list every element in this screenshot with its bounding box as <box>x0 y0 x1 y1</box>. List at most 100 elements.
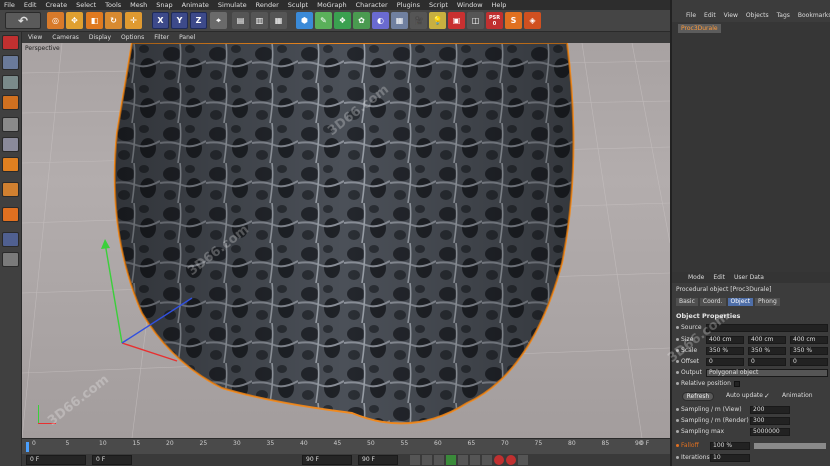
camera-icon[interactable]: 🎥 <box>410 12 427 29</box>
falloff-slider[interactable] <box>754 443 826 449</box>
render-settings-icon[interactable]: ▦ <box>270 12 287 29</box>
menu-item-animate[interactable]: Animate <box>182 1 209 9</box>
attribute-menu-item-user-data[interactable]: User Data <box>734 274 764 281</box>
menu-item-window[interactable]: Window <box>457 1 483 9</box>
menu-item-character[interactable]: Character <box>356 1 388 9</box>
offset-x-field[interactable]: 0 <box>706 358 744 366</box>
attribute-menu-item-mode[interactable]: Mode <box>688 274 704 281</box>
object-menu-item-objects[interactable]: Objects <box>746 12 769 19</box>
menu-item-edit[interactable]: Edit <box>24 1 37 9</box>
viewport-menu-item-display[interactable]: Display <box>89 34 111 41</box>
points-mode-icon[interactable] <box>2 117 19 132</box>
playhead[interactable] <box>26 442 29 452</box>
light-icon[interactable]: 💡 <box>429 12 446 29</box>
menu-item-mograph[interactable]: MoGraph <box>317 1 347 9</box>
tab-basic[interactable]: Basic <box>676 298 698 306</box>
scene-icon[interactable]: ▦ <box>391 12 408 29</box>
refresh-button[interactable]: Refresh <box>682 392 714 401</box>
scale-icon[interactable]: ◧ <box>86 12 103 29</box>
display-icon[interactable]: ▣ <box>448 12 465 29</box>
psr-button[interactable]: PSR 0 <box>486 12 503 29</box>
timeline-ruler[interactable]: 0 F 0 5 10 15 20 25 30 35 40 45 50 55 60 65 70 75 80 85 90 <box>22 438 670 454</box>
viewport-menu-item-view[interactable]: View <box>28 34 42 41</box>
viewport-canvas[interactable] <box>22 43 670 438</box>
snap-icon[interactable]: S <box>505 12 522 29</box>
size-x-field[interactable]: 400 cm <box>706 336 744 344</box>
attribute-menu-item-edit[interactable]: Edit <box>713 274 725 281</box>
offset-z-field[interactable]: 0 <box>790 358 828 366</box>
menu-item-help[interactable]: Help <box>492 1 507 9</box>
snapping-icon[interactable] <box>2 232 19 247</box>
spline-pen-icon[interactable]: ✎ <box>315 12 332 29</box>
layout-icon[interactable]: ◈ <box>524 12 541 29</box>
recent-tool-icon[interactable]: ✛ <box>125 12 142 29</box>
sampling-view-field[interactable]: 200 <box>750 406 790 414</box>
tab-coord-[interactable]: Coord. <box>699 298 726 306</box>
axis-y-button[interactable]: Y <box>171 12 188 29</box>
tab-object[interactable]: Object <box>727 298 754 306</box>
viewport-menu-item-filter[interactable]: Filter <box>154 34 169 41</box>
menu-item-render[interactable]: Render <box>256 1 279 9</box>
live-selection-icon[interactable]: ◎ <box>47 12 64 29</box>
scale-y-field[interactable]: 350 % <box>748 347 786 355</box>
viewport-menu-item-cameras[interactable]: Cameras <box>52 34 79 41</box>
workplane-icon[interactable] <box>2 95 19 110</box>
end-frame-field[interactable]: 90 F <box>302 455 352 465</box>
menu-item-plugins[interactable]: Plugins <box>397 1 420 9</box>
tweak-mode-icon[interactable] <box>2 207 19 222</box>
texture-mode-icon[interactable] <box>2 75 19 90</box>
perspective-viewport[interactable]: Perspective 3D66.com 3D66.com 3D66.com <box>22 43 670 438</box>
check-icon[interactable]: ✓ <box>764 392 770 400</box>
render-picture-viewer-icon[interactable]: ▥ <box>251 12 268 29</box>
menu-item-tools[interactable]: Tools <box>105 1 121 9</box>
go-start-icon[interactable] <box>410 455 420 465</box>
menu-item-script[interactable]: Script <box>429 1 448 9</box>
size-y-field[interactable]: 400 cm <box>748 336 786 344</box>
relative-position-checkbox[interactable] <box>734 381 740 387</box>
object-menu-item-bookmarks[interactable]: Bookmarks <box>798 12 830 19</box>
menu-item-create[interactable]: Create <box>45 1 67 9</box>
object-menu-item-file[interactable]: File <box>686 12 696 19</box>
prev-key-icon[interactable] <box>422 455 432 465</box>
subdivision-icon[interactable]: ❖ <box>334 12 351 29</box>
coordinate-system-icon[interactable]: ⌖ <box>210 12 227 29</box>
model-mode-icon[interactable] <box>2 55 19 70</box>
deformer-icon[interactable]: ◐ <box>372 12 389 29</box>
rotate-icon[interactable]: ↻ <box>105 12 122 29</box>
preview-end-field[interactable]: 90 F <box>358 455 398 465</box>
make-editable-icon[interactable] <box>2 35 19 50</box>
iterations-field[interactable]: 10 <box>710 454 750 462</box>
array-icon[interactable]: ✿ <box>353 12 370 29</box>
next-key-icon[interactable] <box>470 455 480 465</box>
menu-item-mesh[interactable]: Mesh <box>130 1 147 9</box>
object-menu-item-edit[interactable]: Edit <box>704 12 716 19</box>
next-frame-icon[interactable] <box>458 455 468 465</box>
undo-icon[interactable]: ↶ <box>5 12 41 29</box>
scale-z-field[interactable]: 350 % <box>790 347 828 355</box>
prev-frame-icon[interactable] <box>434 455 444 465</box>
sampling-max-field[interactable]: 5000000 <box>750 428 790 436</box>
menu-item-file[interactable]: File <box>4 1 15 9</box>
object-menu-item-view[interactable]: View <box>724 12 738 19</box>
sampling-render-field[interactable]: 300 <box>750 417 790 425</box>
render-view-icon[interactable]: ▤ <box>232 12 249 29</box>
play-icon[interactable] <box>446 455 456 465</box>
menu-item-select[interactable]: Select <box>76 1 96 9</box>
size-z-field[interactable]: 400 cm <box>790 336 828 344</box>
object-menu-item-tags[interactable]: Tags <box>777 12 790 19</box>
output-dropdown[interactable]: Polygonal object <box>706 369 828 377</box>
viewport-menu-item-options[interactable]: Options <box>121 34 144 41</box>
viewport-menu-item-panel[interactable]: Panel <box>179 34 195 41</box>
falloff-field[interactable]: 100 % <box>710 442 750 450</box>
autokey-icon[interactable] <box>506 455 516 465</box>
axis-mode-icon[interactable] <box>2 182 19 197</box>
go-end-icon[interactable] <box>482 455 492 465</box>
object-item-proc3durale[interactable]: Proc3Durale <box>678 24 721 33</box>
current-frame-field[interactable]: 0 F <box>92 455 132 465</box>
scale-x-field[interactable]: 350 % <box>706 347 744 355</box>
tab-phong[interactable]: Phong <box>755 298 780 306</box>
menu-item-sculpt[interactable]: Sculpt <box>288 1 308 9</box>
start-frame-field[interactable]: 0 F <box>26 455 86 465</box>
axis-z-button[interactable]: Z <box>190 12 207 29</box>
polygons-mode-icon[interactable] <box>2 157 19 172</box>
